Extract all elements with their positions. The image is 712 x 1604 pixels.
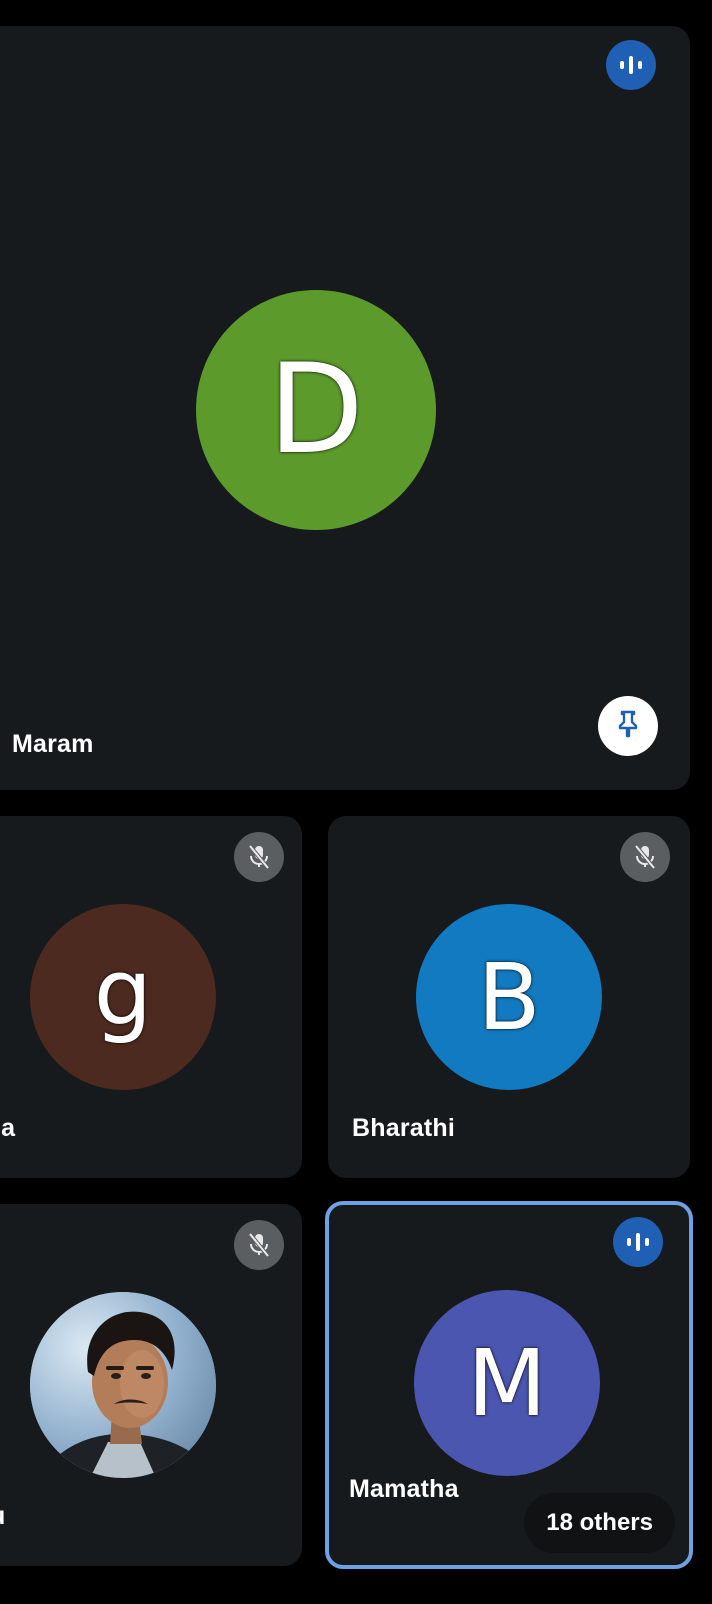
participant-name: Bharathi [352, 1114, 456, 1142]
participant-name: la [0, 1114, 16, 1142]
pin-icon [616, 710, 640, 743]
participant-tile[interactable]: u [0, 1204, 302, 1566]
avatar-initial: B [477, 943, 541, 1051]
participant-name: Maram [12, 730, 94, 758]
meeting-grid: D Maram g la [0, 0, 712, 1604]
participant-name: u [0, 1502, 5, 1531]
mic-off-icon [234, 832, 284, 882]
avatar: B [416, 904, 602, 1090]
speaking-icon [613, 1217, 663, 1267]
avatar: g [30, 904, 216, 1090]
participant-name: Mamatha [349, 1475, 459, 1503]
participant-tile-active[interactable]: M Mamatha 18 others [325, 1201, 693, 1569]
avatar-initial: g [93, 938, 153, 1046]
avatar-photo [30, 1292, 216, 1478]
avatar-initial: D [268, 338, 364, 482]
mic-off-icon [620, 832, 670, 882]
mic-off-icon [234, 1220, 284, 1270]
avatar: M [414, 1290, 600, 1476]
participant-tile-main[interactable]: D Maram [0, 26, 690, 790]
avatar-initial: M [467, 1329, 547, 1437]
pin-button[interactable] [598, 696, 658, 756]
participant-tile[interactable]: g la [0, 816, 302, 1178]
avatar: D [196, 290, 436, 530]
participant-tile[interactable]: B Bharathi [328, 816, 690, 1178]
others-chip[interactable]: 18 others [524, 1493, 675, 1553]
speaking-icon [606, 40, 656, 90]
